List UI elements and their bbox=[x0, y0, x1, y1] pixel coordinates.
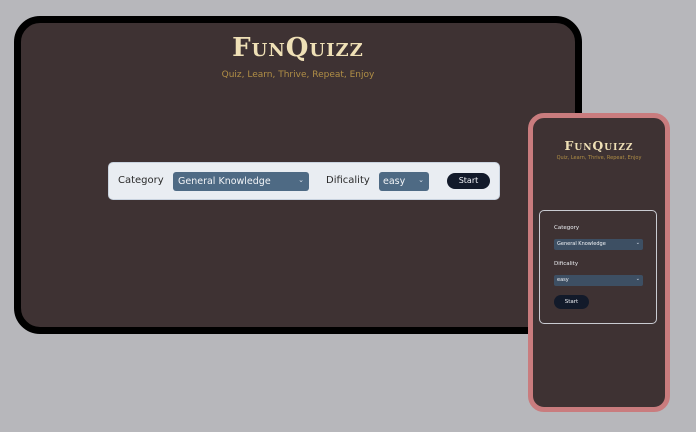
start-button[interactable]: Start bbox=[447, 173, 490, 189]
category-select-value: General Knowledge bbox=[557, 241, 606, 247]
category-label: Category bbox=[554, 225, 580, 231]
app-tagline: Quiz, Learn, Thrive, Repeat, Enjoy bbox=[221, 70, 375, 80]
chevron-down-icon: ⌄ bbox=[418, 176, 424, 184]
category-select-value: General Knowledge bbox=[178, 176, 271, 187]
category-select[interactable]: General Knowledge ⌄ bbox=[554, 239, 643, 250]
chevron-down-icon: ⌄ bbox=[635, 276, 640, 282]
difficulty-select-value: easy bbox=[557, 277, 569, 283]
difficulty-select[interactable]: easy ⌄ bbox=[379, 172, 429, 191]
category-label: Category bbox=[118, 175, 164, 186]
chevron-down-icon: ⌄ bbox=[635, 240, 640, 246]
difficulty-select-value: easy bbox=[383, 176, 406, 187]
app-logo: FunQuizz bbox=[232, 33, 364, 63]
chevron-down-icon: ⌄ bbox=[298, 176, 304, 184]
app-logo: FunQuizz bbox=[564, 138, 634, 153]
app-tagline: Quiz, Learn, Thrive, Repeat, Enjoy bbox=[556, 155, 642, 161]
quiz-settings-bar: Category General Knowledge ⌄ Dificality … bbox=[108, 162, 500, 200]
difficulty-label: Dificality bbox=[326, 175, 370, 186]
difficulty-label: Dificality bbox=[554, 261, 579, 267]
difficulty-select[interactable]: easy ⌄ bbox=[554, 275, 643, 286]
start-button[interactable]: Start bbox=[554, 295, 589, 309]
category-select[interactable]: General Knowledge ⌄ bbox=[173, 172, 309, 191]
phone-mockup: FunQuizz Quiz, Learn, Thrive, Repeat, En… bbox=[528, 113, 670, 412]
desktop-mockup: FunQuizz Quiz, Learn, Thrive, Repeat, En… bbox=[14, 16, 582, 334]
quiz-settings-card: Category General Knowledge ⌄ Dificality … bbox=[539, 210, 657, 324]
